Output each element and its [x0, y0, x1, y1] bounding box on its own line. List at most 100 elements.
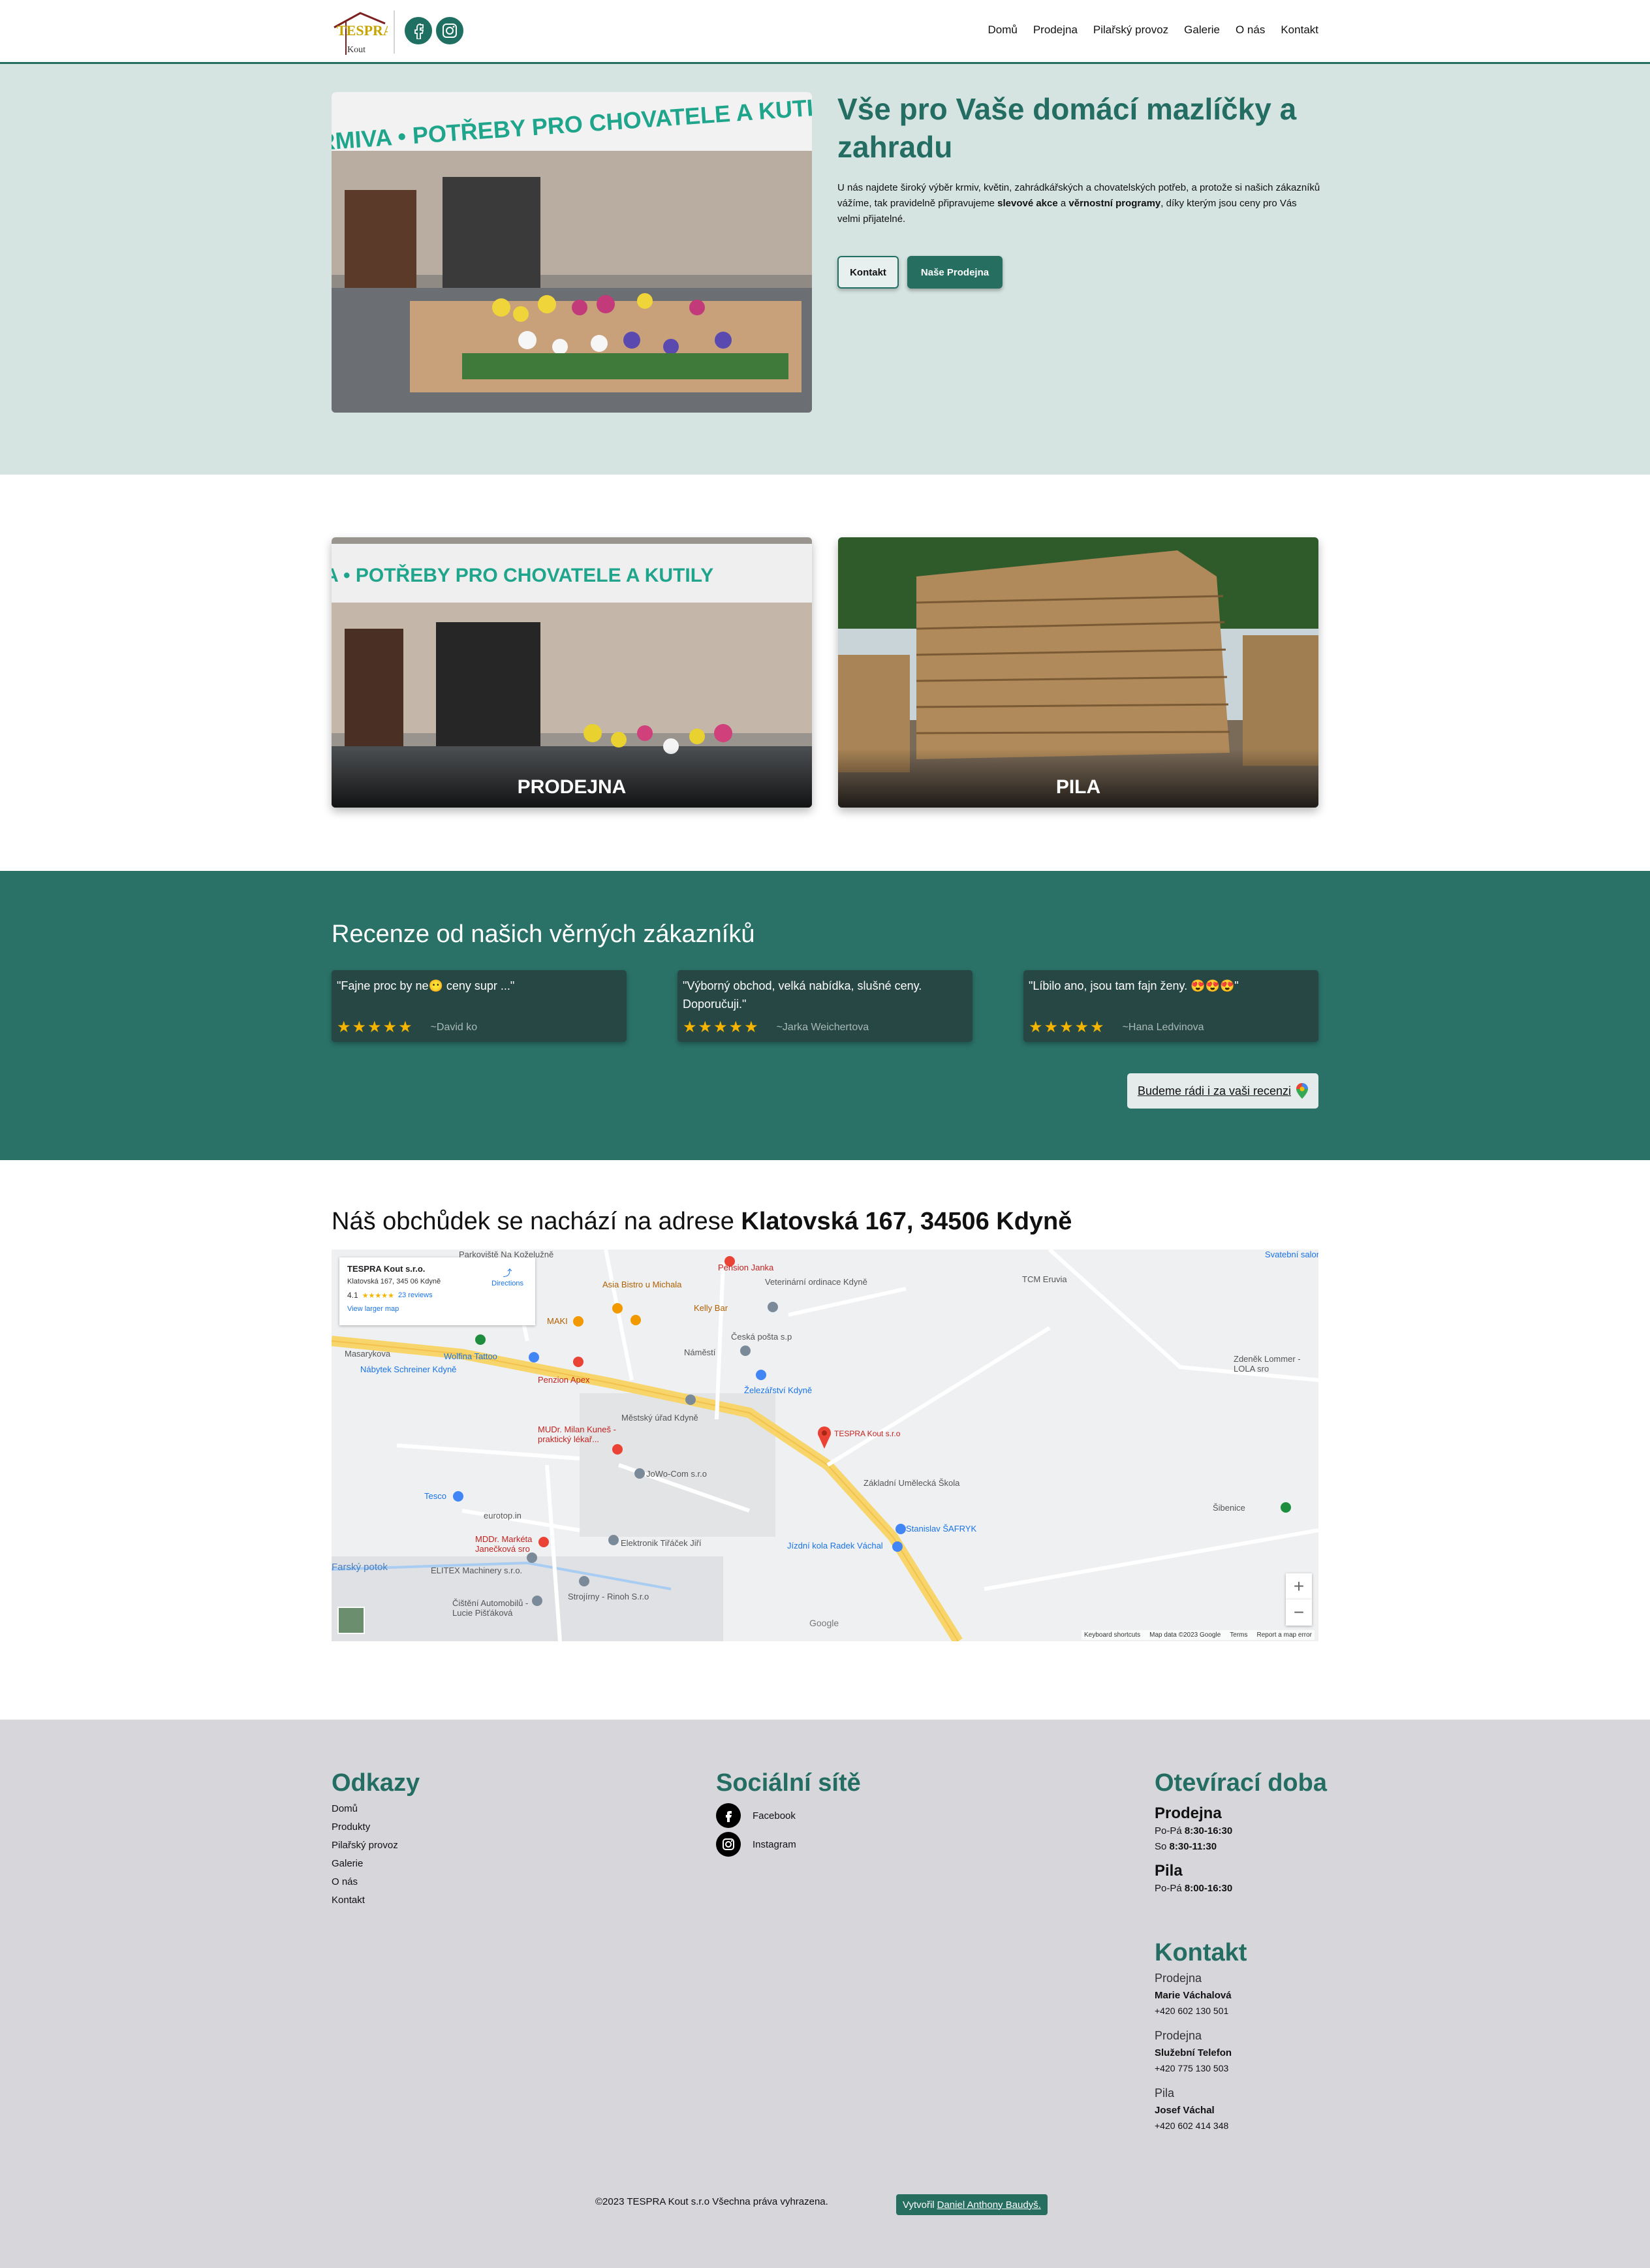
map-label: Masarykova [345, 1349, 391, 1359]
google-map[interactable]: TESPRA Kout s.r.o. Klatovská 167, 345 06… [332, 1250, 1318, 1641]
map-label: TCM Eruvia [1022, 1274, 1067, 1284]
footer-hours-title: Otevírací doba [1155, 1769, 1327, 1797]
facebook-icon[interactable] [405, 17, 432, 44]
facebook-icon [716, 1803, 741, 1828]
contact-place: Prodejna [1155, 2029, 1202, 2042]
map-label: Veterinární ordinace Kdyně [765, 1277, 867, 1287]
instagram-icon [716, 1832, 741, 1857]
map-label: Stanislav ŠAFRYK [906, 1524, 977, 1534]
footer-link-gallery[interactable]: Galerie [332, 1858, 363, 1869]
contact-name: Josef Váchal [1155, 2105, 1215, 2116]
nav-galerie[interactable]: Galerie [1184, 24, 1220, 37]
nav-prodejna[interactable]: Prodejna [1033, 24, 1078, 37]
write-review-button[interactable]: Budeme rádi i za vaši recenzi [1127, 1073, 1318, 1109]
map-label: ELITEX Machinery s.r.o. [431, 1566, 523, 1575]
map-label: Zdeněk Lommer - LOLA sro [1234, 1354, 1301, 1374]
contact-button[interactable]: Kontakt [837, 256, 899, 289]
map-label: Wolfina Tattoo [444, 1351, 497, 1361]
nav-home[interactable]: Domů [988, 24, 1017, 37]
nav-o-nas[interactable]: O nás [1236, 24, 1265, 37]
directions-button[interactable]: ⤴ Directions [491, 1267, 523, 1287]
hours-shop-title: Prodejna [1155, 1804, 1222, 1822]
view-larger-map-link[interactable]: View larger map [347, 1305, 527, 1313]
contact-phone[interactable]: +420 775 130 503 [1155, 2063, 1228, 2073]
card-pila[interactable]: PILA [838, 537, 1318, 808]
contact-name: Služební Telefon [1155, 2047, 1232, 2058]
map-label: Základní Umělecká Škola [864, 1478, 960, 1488]
copyright-text: ©2023 TESPRA Kout s.r.o Všechna práva vy… [595, 2196, 828, 2207]
contact-place: Pila [1155, 2087, 1175, 2100]
footer-link-contact[interactable]: Kontakt [332, 1895, 365, 1906]
author-link[interactable]: Daniel Anthony Baudyš. [937, 2199, 1041, 2211]
instagram-icon[interactable] [436, 17, 463, 44]
google-logo: Google [809, 1618, 839, 1628]
zoom-out-button[interactable]: − [1286, 1599, 1312, 1626]
map-label: Kelly Bar [694, 1303, 728, 1313]
directions-icon: ⤴ [503, 1268, 512, 1278]
map-label: Nábytek Schreiner Kdyně [360, 1364, 457, 1374]
review-card: "Fajne proc by ne😶 ceny supr ..." ★★★★★ … [332, 970, 627, 1042]
map-label: Svatební salon [1265, 1250, 1318, 1259]
main-nav: Domů Prodejna Pilařský provoz Galerie O … [988, 24, 1318, 37]
card-pila-label: PILA [838, 749, 1318, 808]
map-footer: Keyboard shortcuts Map data ©2023 Google… [1081, 1630, 1315, 1640]
map-label: Farský potok [332, 1562, 388, 1573]
contact-phone[interactable]: +420 602 130 501 [1155, 2006, 1228, 2016]
zoom-in-button[interactable]: + [1286, 1573, 1312, 1599]
map-label: Náměstí [684, 1347, 716, 1357]
header-divider [394, 10, 395, 54]
map-label: Městský úřad Kdyně [621, 1413, 698, 1423]
hours-shop-saturday: So 8:30-11:30 [1155, 1841, 1217, 1852]
terms-link[interactable]: Terms [1230, 1631, 1247, 1639]
map-label: Asia Bistro u Michala [602, 1280, 682, 1289]
rating-stars: ★★★★★ [337, 1018, 414, 1036]
our-shop-button[interactable]: Naše Prodejna [907, 256, 1003, 289]
map-label: Parkoviště Na Koželužně [459, 1250, 554, 1259]
footer-link-sawmill[interactable]: Pilařský provoz [332, 1840, 398, 1851]
footer-links-title: Odkazy [332, 1769, 420, 1797]
review-text: "Výborný obchod, velká nabídka, slušné c… [683, 979, 922, 1011]
hero-section [0, 64, 1650, 475]
hours-saw-title: Pila [1155, 1862, 1183, 1880]
map-pin-icon [1296, 1083, 1309, 1099]
hero-shop-photo: KRMIVA • POTŘEBY PRO CHOVATELE A KUTILY [332, 92, 812, 413]
footer-link-products[interactable]: Produkty [332, 1821, 370, 1833]
rating-stars: ★★★★★ [1029, 1018, 1106, 1036]
footer-social-title: Sociální sítě [716, 1769, 861, 1797]
map-rating: 4.1 [347, 1291, 358, 1300]
map-label: Jízdní kola Radek Váchal [787, 1541, 883, 1551]
hero-title: Vše pro Vaše domácí mazlíčky a zahradu [837, 92, 1297, 164]
footer-link-home[interactable]: Domů [332, 1803, 358, 1814]
svg-text:KRMIVA • POTŘEBY PRO CHOVATELE: KRMIVA • POTŘEBY PRO CHOVATELE A KUTILY [332, 564, 713, 586]
card-prodejna-label: PRODEJNA [332, 749, 812, 808]
footer-instagram-link[interactable]: Instagram [716, 1832, 796, 1857]
footer-contact-title: Kontakt [1155, 1939, 1247, 1966]
map-reviews-link[interactable]: 23 reviews [398, 1291, 433, 1299]
card-prodejna[interactable]: KRMIVA • POTŘEBY PRO CHOVATELE A KUTILY … [332, 537, 812, 808]
review-author: ~Jarka Weichertova [776, 1021, 869, 1033]
map-label: MAKI [547, 1316, 568, 1326]
map-label: Železářství Kdyně [744, 1385, 813, 1395]
review-text: "Fajne proc by ne😶 ceny supr ..." [337, 979, 515, 992]
hours-shop-weekdays: Po-Pá 8:30-16:30 [1155, 1825, 1233, 1836]
map-pin-label: TESPRA Kout s.r.o [834, 1429, 901, 1438]
map-label: Strojírny - Rinoh S.r.o [568, 1592, 649, 1601]
keyboard-shortcuts-link[interactable]: Keyboard shortcuts [1084, 1631, 1140, 1639]
map-label: Tesco [424, 1491, 446, 1501]
tespra-logo[interactable]: TESPRA Kout [332, 9, 394, 56]
map-label: Elektronik Tiřáček Jiří [621, 1538, 702, 1548]
nav-pilarsky-provoz[interactable]: Pilařský provoz [1093, 24, 1168, 37]
address-heading: Náš obchůdek se nachází na adrese Klatov… [332, 1208, 1072, 1235]
nav-kontakt[interactable]: Kontakt [1281, 24, 1318, 37]
hero-description: U nás najdete široký výběr krmiv, květin… [837, 182, 1320, 225]
contact-place: Prodejna [1155, 1972, 1202, 1985]
contact-phone[interactable]: +420 602 414 348 [1155, 2120, 1228, 2131]
map-label: Šibenice [1213, 1503, 1245, 1513]
review-author: ~Hana Ledvinova [1122, 1021, 1204, 1033]
footer-link-about[interactable]: O nás [332, 1876, 358, 1887]
report-error-link[interactable]: Report a map error [1257, 1631, 1312, 1639]
reviews-title: Recenze od našich věrných zákazníků [332, 921, 755, 948]
footer-facebook-link[interactable]: Facebook [716, 1803, 796, 1828]
author-credit: Vytvořil Daniel Anthony Baudyš. [896, 2194, 1048, 2215]
review-author: ~David ko [430, 1021, 478, 1033]
